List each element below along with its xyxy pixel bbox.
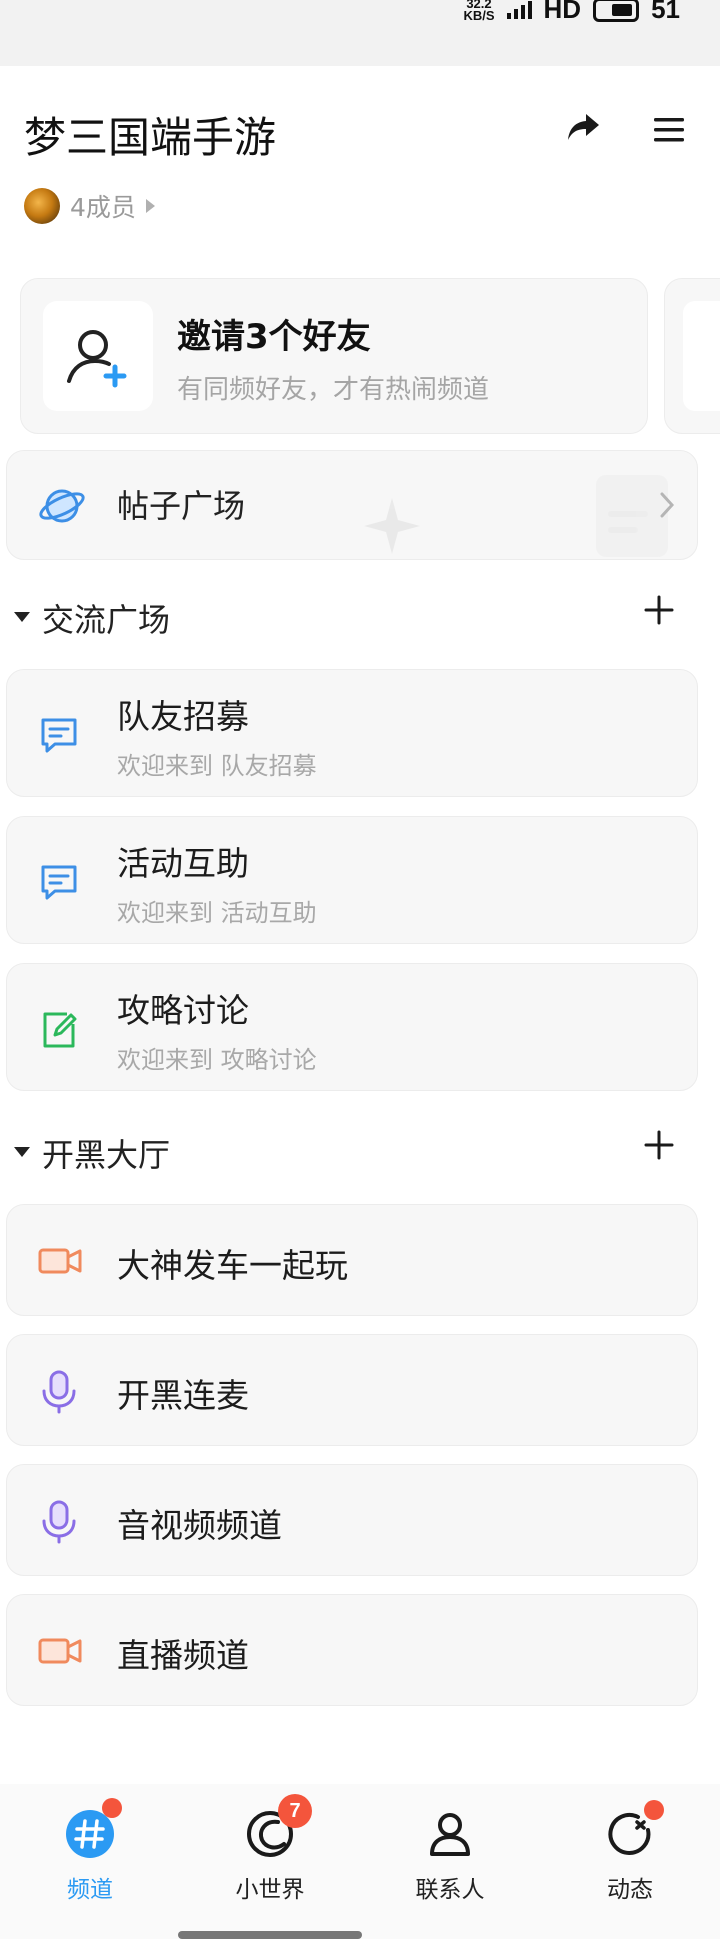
channel-item[interactable]: 活动互助 欢迎来到 活动互助	[6, 816, 698, 944]
tab-label: 联系人	[415, 1877, 485, 1903]
channel-item[interactable]: 音视频频道	[6, 1464, 698, 1576]
tab-small-world[interactable]: 7 小世界	[210, 1794, 330, 1904]
caret-right-icon	[145, 199, 155, 213]
add-channel-icon[interactable]	[644, 1130, 674, 1160]
video-camera-icon	[38, 1638, 82, 1664]
channel-item[interactable]: 攻略讨论 欢迎来到 攻略讨论	[6, 963, 698, 1091]
home-indicator[interactable]	[178, 1931, 362, 1939]
add-friend-icon-box	[43, 301, 153, 411]
invite-friends-card[interactable]: 邀请3个好友 有同频好友，才有热闹频道	[20, 278, 648, 434]
planet-icon	[39, 489, 85, 523]
contacts-icon	[430, 1813, 470, 1856]
microphone-icon	[42, 1370, 76, 1414]
channel-name: 音视频频道	[117, 1506, 282, 1545]
members-count: 4成员	[70, 193, 136, 222]
tab-label: 小世界	[235, 1877, 305, 1903]
notification-dot	[644, 1800, 664, 1820]
post-square-row[interactable]: 帖子广场	[6, 450, 698, 560]
share-icon[interactable]	[566, 112, 600, 142]
collapse-triangle-icon	[14, 612, 30, 622]
add-friend-icon	[67, 330, 127, 388]
sparkle-decoration-icon	[364, 498, 420, 554]
chat-bubble-icon	[41, 865, 77, 900]
next-card-icon-box	[683, 301, 720, 411]
add-channel-icon[interactable]	[644, 595, 674, 625]
tab-contacts[interactable]: 联系人	[390, 1808, 510, 1904]
channel-item[interactable]: 开黑连麦	[6, 1334, 698, 1446]
channel-subtitle: 欢迎来到 活动互助	[117, 899, 317, 927]
invite-title: 邀请3个好友	[177, 317, 371, 357]
battery-level: 51	[651, 0, 680, 24]
channel-item[interactable]: 直播频道	[6, 1594, 698, 1706]
edit-note-icon	[43, 1012, 77, 1048]
speed-unit: KB/S	[463, 7, 495, 23]
channel-item[interactable]: 大神发车一起玩	[6, 1204, 698, 1316]
network-type: HD	[543, 0, 582, 24]
video-camera-icon	[38, 1248, 82, 1274]
unread-badge: 7	[278, 1794, 312, 1828]
tab-label: 频道	[67, 1877, 113, 1903]
chat-bubble-icon	[41, 718, 77, 753]
bottom-tab-bar: 频道 7 小世界 联系人 动态	[0, 1784, 720, 1939]
chevron-right-icon	[660, 492, 675, 518]
channel-name: 大神发车一起玩	[117, 1246, 348, 1285]
avatar	[24, 188, 60, 224]
channel-item[interactable]: 队友招募 欢迎来到 队友招募	[6, 669, 698, 797]
channel-name: 攻略讨论	[117, 991, 249, 1030]
section-title: 开黑大厅	[42, 1136, 171, 1174]
invite-subtitle: 有同频好友，才有热闹频道	[177, 375, 490, 405]
tab-activity[interactable]: 动态	[570, 1800, 690, 1904]
status-indicators: 32.2 KB/S HD 51	[463, 0, 680, 25]
channel-name: 开黑连麦	[117, 1376, 249, 1415]
tab-channels[interactable]: 频道	[30, 1798, 150, 1904]
notification-dot	[102, 1798, 122, 1818]
collapse-triangle-icon	[14, 1147, 30, 1157]
post-square-label: 帖子广场	[117, 487, 246, 525]
members-button[interactable]: 4成员	[24, 186, 155, 226]
channel-name: 活动互助	[117, 844, 249, 883]
section-header-exchange[interactable]: 交流广场	[0, 585, 720, 645]
section-header-voice-hall[interactable]: 开黑大厅	[0, 1120, 720, 1180]
menu-icon[interactable]	[652, 116, 686, 144]
channel-subtitle: 欢迎来到 队友招募	[117, 752, 317, 780]
page-title: 梦三国端手游	[24, 113, 277, 162]
signal-icon	[506, 0, 532, 19]
next-card[interactable]	[664, 278, 720, 434]
microphone-icon	[42, 1500, 76, 1544]
channel-name: 直播频道	[117, 1636, 249, 1675]
channel-subtitle: 欢迎来到 攻略讨论	[117, 1046, 317, 1074]
battery-icon	[593, 0, 640, 22]
network-speed: 32.2 KB/S	[463, 0, 494, 22]
channel-name: 队友招募	[117, 697, 249, 736]
tab-label: 动态	[607, 1877, 653, 1903]
section-title: 交流广场	[42, 601, 171, 639]
status-bar: 32.2 KB/S HD 51	[0, 0, 720, 66]
